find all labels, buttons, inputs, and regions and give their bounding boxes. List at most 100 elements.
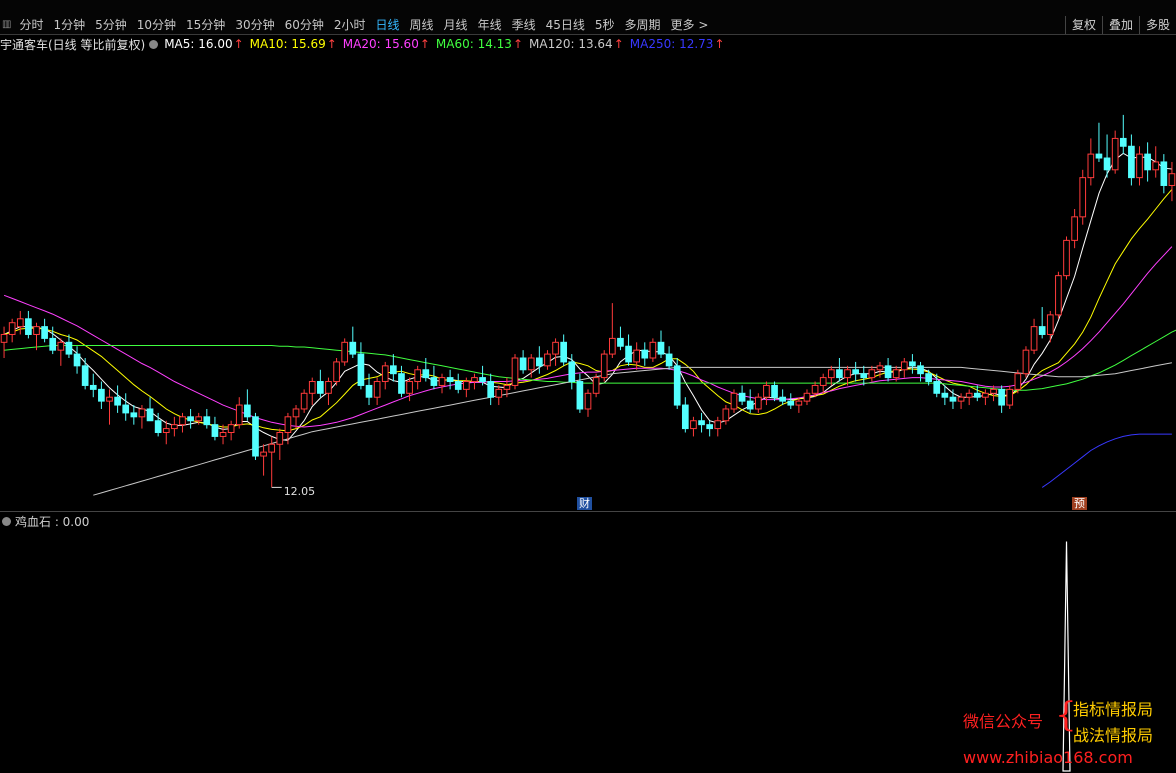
candle-body [544,353,551,367]
candle [1087,138,1095,186]
candle-body [1160,161,1168,186]
period-tab[interactable]: 30分钟 [230,16,279,34]
candle [973,385,981,402]
period-tab[interactable]: 2小时 [329,16,371,34]
candle [130,405,138,425]
candle-body [503,384,511,390]
grid-icon[interactable]: ▥ [0,16,14,34]
period-tab[interactable]: 多周期 [620,16,666,34]
period-tab[interactable]: 10分钟 [132,16,181,34]
ma-up-arrow-icon: ↑ [326,37,337,51]
candle-body [511,357,519,386]
candle-body [1168,173,1176,186]
candle-body [244,404,251,418]
candle-body [584,392,592,410]
candle-body [1030,326,1038,351]
candle [998,385,1005,413]
candle-body [592,377,600,394]
candle-body [527,357,535,371]
candle-body [357,353,365,386]
candle [114,385,121,413]
finance-marker[interactable]: 财 [577,497,592,510]
candle-body [33,326,40,335]
candle [982,389,989,406]
candle-body [957,396,965,402]
candle-body [25,318,32,335]
candle-body [1063,239,1070,277]
candle [276,428,284,460]
period-tab[interactable]: 15分钟 [181,16,230,34]
sub-indicator-title: 鸡血石 : 0.00 [15,514,90,529]
period-tab[interactable]: 周线 [405,16,439,34]
candle [106,389,113,425]
candle-body [982,392,989,398]
period-tab[interactable]: 60分钟 [280,16,329,34]
candle-body [819,377,827,386]
ma-up-arrow-icon: ↑ [613,37,624,51]
period-tab[interactable]: 月线 [439,16,473,34]
candle [706,420,713,437]
period-tab[interactable]: 分时 [14,16,48,34]
candle-body [665,353,673,367]
candle [738,385,746,406]
toolbar-right-buttons: 复权 叠加 多股 [1064,16,1176,34]
period-tab[interactable]: 日线 [371,16,405,34]
candle-body [965,392,973,398]
toolbar-button[interactable]: 复权 [1064,16,1102,34]
candle-body [1152,161,1160,171]
candle-body [600,353,608,379]
toolbar-button[interactable]: 多股 [1138,16,1176,34]
candle-body [414,369,422,383]
candle [511,354,519,390]
candle-body [98,388,105,402]
ma-legend-label: MA250: 12.73 [629,37,714,51]
candle-body [1136,153,1143,179]
candle [171,416,178,437]
kline-chart[interactable] [0,52,1176,511]
period-tab[interactable]: 季线 [507,16,541,34]
candle-body [162,428,170,434]
candle [8,318,16,343]
candle [446,369,454,390]
candle-body [949,396,957,402]
candle-body [617,337,624,347]
candle [827,365,835,386]
candle-body [260,451,267,457]
period-tab[interactable]: 更多 > [666,16,714,34]
candle [754,393,762,413]
candle-body [49,337,57,351]
period-tab[interactable]: 5秒 [590,16,620,34]
toolbar-button[interactable]: 叠加 [1101,16,1139,34]
candle-body [1079,177,1087,218]
ma-legend-label: MA5: 16.00 [164,37,233,51]
forecast-marker[interactable]: 预 [1072,497,1087,510]
sub-settings-circle-icon[interactable] [2,516,11,526]
candle [657,330,665,358]
candle-body [698,420,705,426]
candle-body [349,341,357,355]
period-tab[interactable]: 1分钟 [48,16,90,34]
period-tab[interactable]: 5分钟 [90,16,132,34]
ma-legend-label: MA20: 15.60 [342,37,419,51]
settings-circle-icon[interactable] [149,39,159,49]
candle [373,377,381,406]
candle-body [1055,275,1062,316]
candle-body [925,373,932,383]
candle [625,334,632,366]
candle-body [892,369,900,379]
candle [836,358,843,382]
candle-body [211,424,219,437]
candle-body [641,349,649,359]
candle [535,346,543,374]
candle-body [673,365,681,406]
candle [487,373,495,406]
candle [495,385,503,406]
period-tab[interactable]: 年线 [473,16,507,34]
candle-body [1095,153,1103,159]
candle [698,412,705,433]
period-tab[interactable]: 45日线 [541,16,590,34]
candle [730,389,738,413]
candle-body [990,388,997,394]
candle [763,381,770,406]
candle-body [195,416,203,422]
